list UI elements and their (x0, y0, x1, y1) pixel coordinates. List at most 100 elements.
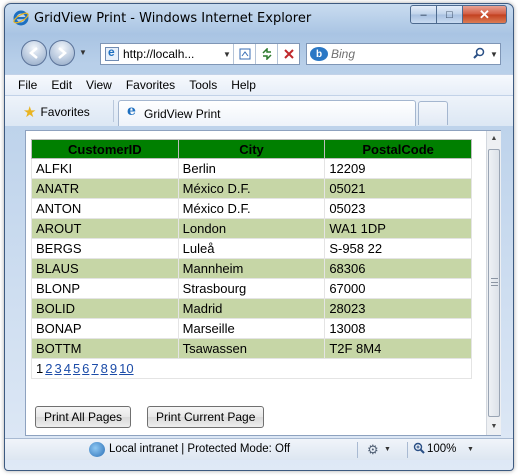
favorites-button[interactable]: ★ Favorites (23, 103, 90, 121)
zoom-icon[interactable] (413, 442, 425, 457)
pager-row: 1 2 3 4 5 6 7 8 9 10 (31, 358, 472, 379)
globe-icon (89, 442, 105, 457)
refresh-button[interactable] (255, 44, 277, 64)
cell-city: Marseille (177, 318, 326, 339)
settings-dropdown-icon[interactable]: ▼ (384, 446, 391, 453)
minimize-icon: – (420, 8, 427, 21)
cell-city: México D.F. (177, 198, 326, 219)
table-row: BOTTM Tsawassen T2F 8M4 (31, 338, 472, 359)
column-header-postalcode[interactable]: PostalCode (324, 139, 472, 159)
pager-current-page: 1 (36, 361, 44, 376)
search-box[interactable]: b Bing ▼ (306, 43, 501, 65)
address-input[interactable]: http://localh... (123, 47, 221, 61)
close-button[interactable]: ✕ (463, 5, 507, 24)
table-row: ANTON México D.F. 05023 (31, 198, 472, 219)
status-separator (357, 442, 358, 458)
cell-postalcode: 68306 (324, 258, 472, 279)
table-row: BLAUS Mannheim 68306 (31, 258, 472, 279)
cell-city: London (177, 218, 326, 239)
close-icon: ✕ (479, 6, 490, 22)
cell-postalcode: 05021 (324, 178, 472, 199)
zoom-dropdown-icon[interactable]: ▼ (467, 446, 474, 453)
table-row: ANATR México D.F. 05021 (31, 178, 472, 199)
stop-button[interactable] (277, 44, 299, 64)
search-dropdown-icon[interactable]: ▼ (488, 50, 500, 59)
cell-city: Tsawassen (177, 338, 326, 359)
ie-logo-icon (13, 10, 29, 26)
cell-postalcode: 67000 (324, 278, 472, 299)
security-zone-status[interactable]: Local intranet | Protected Mode: Off (109, 443, 290, 455)
tab-gridview-print[interactable]: GridView Print (118, 100, 416, 126)
tab-label: GridView Print (144, 106, 221, 121)
new-tab-button[interactable] (418, 101, 448, 125)
forward-arrow-icon (58, 47, 67, 59)
menu-view[interactable]: View (79, 78, 119, 92)
menu-tools[interactable]: Tools (182, 78, 224, 92)
cell-customerid: BONAP (31, 318, 179, 339)
back-arrow-icon (29, 47, 38, 59)
pager-link-6[interactable]: 6 (82, 361, 89, 376)
favorites-star-icon: ★ (23, 104, 37, 121)
print-all-pages-button[interactable]: Print All Pages (35, 406, 132, 428)
compatibility-view-button[interactable] (233, 44, 255, 64)
print-current-page-button[interactable]: Print Current Page (147, 406, 265, 428)
vertical-scrollbar[interactable]: ▲ ▼ (486, 131, 501, 435)
cell-postalcode: WA1 1DP (324, 218, 472, 239)
minimize-button[interactable]: – (410, 5, 437, 24)
address-bar[interactable]: http://localh... ▼ (100, 43, 300, 65)
page-icon (105, 45, 119, 61)
scroll-down-icon[interactable]: ▼ (487, 419, 501, 435)
grid-header-row: CustomerID City PostalCode (31, 139, 472, 159)
column-header-customerid[interactable]: CustomerID (31, 139, 179, 159)
cell-customerid: BLONP (31, 278, 179, 299)
pager-link-4[interactable]: 4 (64, 361, 71, 376)
scroll-thumb[interactable] (488, 149, 500, 417)
zoom-level[interactable]: 100% (427, 443, 456, 455)
bing-icon: b (310, 47, 328, 61)
pager-link-9[interactable]: 9 (110, 361, 117, 376)
cell-customerid: BOLID (31, 298, 179, 319)
scroll-up-icon[interactable]: ▲ (487, 131, 501, 147)
toolbar-separator (113, 100, 114, 122)
back-button[interactable] (21, 40, 47, 66)
cell-postalcode: 13008 (324, 318, 472, 339)
cell-customerid: ANATR (31, 178, 179, 199)
cell-city: Madrid (177, 298, 326, 319)
pager-link-3[interactable]: 3 (54, 361, 61, 376)
address-dropdown-icon[interactable]: ▼ (221, 50, 233, 59)
maximize-button[interactable]: □ (437, 5, 463, 24)
search-input[interactable]: Bing (331, 47, 470, 61)
menu-edit[interactable]: Edit (44, 78, 79, 92)
pager-link-2[interactable]: 2 (45, 361, 52, 376)
table-row: ALFKI Berlin 12209 (31, 158, 472, 179)
cell-postalcode: 12209 (324, 158, 472, 179)
recent-pages-dropdown-icon[interactable]: ▼ (79, 48, 87, 57)
status-separator (407, 442, 408, 458)
menu-favorites[interactable]: Favorites (119, 78, 182, 92)
cell-postalcode: 05023 (324, 198, 472, 219)
menu-help[interactable]: Help (224, 78, 263, 92)
column-header-city[interactable]: City (177, 139, 326, 159)
table-row: BERGS Luleå S-958 22 (31, 238, 472, 259)
cell-customerid: ALFKI (31, 158, 179, 179)
cell-postalcode: 28023 (324, 298, 472, 319)
navigation-bar: ▼ http://localh... ▼ b Bing ▼ (5, 38, 513, 70)
forward-button[interactable] (49, 40, 75, 66)
cell-city: Mannheim (177, 258, 326, 279)
pager-link-8[interactable]: 8 (101, 361, 108, 376)
pager-link-5[interactable]: 5 (73, 361, 80, 376)
table-row: BOLID Madrid 28023 (31, 298, 472, 319)
tab-bar: ★ Favorites GridView Print (5, 96, 513, 126)
stop-icon (283, 49, 294, 59)
search-icon[interactable] (470, 47, 488, 62)
table-row: BLONP Strasbourg 67000 (31, 278, 472, 299)
cell-city: Strasbourg (177, 278, 326, 299)
pager-link-7[interactable]: 7 (91, 361, 98, 376)
cell-customerid: BOTTM (31, 338, 179, 359)
menu-file[interactable]: File (11, 78, 44, 92)
customers-grid: CustomerID City PostalCode ALFKI Berlin … (31, 139, 472, 379)
pager-link-10[interactable]: 10 (119, 361, 133, 376)
cell-city: Luleå (177, 238, 326, 259)
settings-icon[interactable]: ⚙ (367, 442, 379, 458)
table-row: BONAP Marseille 13008 (31, 318, 472, 339)
